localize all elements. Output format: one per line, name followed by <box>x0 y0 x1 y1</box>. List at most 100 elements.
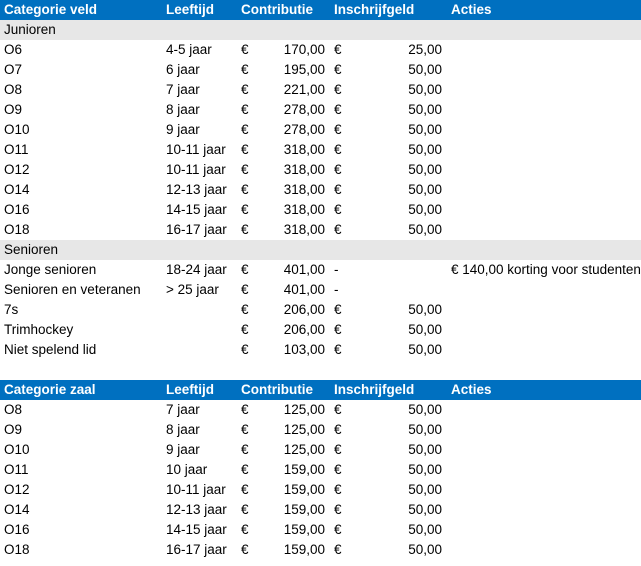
cell[interactable]: 170,00 <box>284 40 325 60</box>
table-row[interactable]: O10 9 jaar €278,00 €50,00 <box>0 120 641 140</box>
cell[interactable]: € <box>334 160 342 180</box>
cell[interactable]: € <box>334 500 342 520</box>
cell[interactable]: 278,00 <box>284 120 325 140</box>
cell[interactable]: 103,00 <box>284 340 325 360</box>
cell[interactable]: 50,00 <box>408 320 442 340</box>
cell[interactable]: 50,00 <box>408 80 442 100</box>
cell[interactable]: 50,00 <box>408 220 442 240</box>
cell[interactable]: 7 jaar <box>166 400 200 420</box>
cell[interactable]: > 25 jaar <box>166 280 219 300</box>
cell[interactable]: O18 <box>4 540 30 560</box>
cell[interactable]: 318,00 <box>284 220 325 240</box>
cell[interactable]: € <box>241 260 249 280</box>
table-row[interactable]: Senioren en veteranen > 25 jaar €401,00- <box>0 280 641 300</box>
column-header[interactable]: Acties <box>451 0 492 20</box>
cell[interactable]: 318,00 <box>284 160 325 180</box>
cell[interactable]: - <box>334 280 339 300</box>
cell[interactable]: 50,00 <box>408 540 442 560</box>
table-row[interactable]: 7s €206,00 €50,00 <box>0 300 641 320</box>
cell[interactable]: 159,00 <box>284 480 325 500</box>
cell[interactable]: O6 <box>4 40 22 60</box>
cell[interactable]: 318,00 <box>284 140 325 160</box>
cell[interactable]: € <box>334 300 342 320</box>
cell[interactable]: 50,00 <box>408 120 442 140</box>
cell[interactable]: Jonge senioren <box>4 260 96 280</box>
cell[interactable]: 10-11 jaar <box>166 480 226 500</box>
cell[interactable]: Senioren en veteranen <box>4 280 141 300</box>
cell[interactable]: 195,00 <box>284 60 325 80</box>
cell[interactable]: O14 <box>4 500 30 520</box>
table-row[interactable]: Jonge senioren 18-24 jaar €401,00- € 140,00… <box>0 260 641 280</box>
table-row[interactable]: O7 6 jaar €195,00 €50,00 <box>0 60 641 80</box>
cell[interactable]: € <box>241 320 249 340</box>
column-header[interactable]: Categorie veld <box>4 0 97 20</box>
table-row[interactable]: O10 9 jaar €125,00 €50,00 <box>0 440 641 460</box>
cell[interactable]: O9 <box>4 420 22 440</box>
cell[interactable]: O16 <box>4 200 30 220</box>
cell[interactable]: O9 <box>4 100 22 120</box>
table-row[interactable]: O14 12-13 jaar €159,00 €50,00 <box>0 500 641 520</box>
cell[interactable]: 401,00 <box>284 280 325 300</box>
cell[interactable]: € <box>334 420 342 440</box>
table-row[interactable]: O9 8 jaar €125,00 €50,00 <box>0 420 641 440</box>
cell[interactable]: 159,00 <box>284 520 325 540</box>
cell[interactable]: 50,00 <box>408 460 442 480</box>
table-row[interactable]: O12 10-11 jaar €318,00 €50,00 <box>0 160 641 180</box>
cell[interactable]: € <box>334 340 342 360</box>
cell[interactable]: O16 <box>4 520 30 540</box>
cell[interactable]: € <box>334 460 342 480</box>
cell[interactable]: 16-17 jaar <box>166 540 227 560</box>
cell[interactable]: 159,00 <box>284 540 325 560</box>
cell[interactable]: 50,00 <box>408 400 442 420</box>
cell[interactable]: 12-13 jaar <box>166 180 227 200</box>
cell[interactable]: Niet spelend lid <box>4 340 96 360</box>
cell[interactable]: € <box>241 120 249 140</box>
cell[interactable]: 18-24 jaar <box>166 260 227 280</box>
cell[interactable]: 125,00 <box>284 420 325 440</box>
cell[interactable]: € <box>334 220 342 240</box>
column-header[interactable]: Contributie <box>241 380 313 400</box>
cell[interactable]: 401,00 <box>284 260 325 280</box>
cell[interactable]: € <box>241 500 249 520</box>
cell[interactable]: 25,00 <box>408 40 442 60</box>
table-row[interactable]: O6 4-5 jaar €170,00 €25,00 <box>0 40 641 60</box>
cell[interactable]: 50,00 <box>408 340 442 360</box>
cell[interactable]: 50,00 <box>408 520 442 540</box>
cell[interactable]: € <box>334 40 342 60</box>
cell[interactable]: O11 <box>4 140 29 160</box>
cell[interactable]: 12-13 jaar <box>166 500 227 520</box>
cell[interactable]: € <box>334 540 342 560</box>
cell[interactable]: O8 <box>4 400 22 420</box>
column-header[interactable]: Leeftijd <box>166 0 214 20</box>
cell[interactable]: € <box>241 220 249 240</box>
table-row[interactable]: O11 10-11 jaar €318,00 €50,00 <box>0 140 641 160</box>
cell[interactable]: € <box>334 480 342 500</box>
cell[interactable]: 50,00 <box>408 160 442 180</box>
cell[interactable]: 159,00 <box>284 500 325 520</box>
cell[interactable]: O10 <box>4 120 30 140</box>
cell[interactable]: 50,00 <box>408 420 442 440</box>
cell[interactable]: € <box>334 400 342 420</box>
cell[interactable]: € <box>241 60 249 80</box>
table-row[interactable]: Niet spelend lid €103,00 €50,00 <box>0 340 641 360</box>
cell[interactable]: € <box>241 200 249 220</box>
cell[interactable]: 10-11 jaar <box>166 140 226 160</box>
cell[interactable]: O12 <box>4 160 30 180</box>
cell[interactable]: 10 jaar <box>166 460 207 480</box>
cell[interactable]: € <box>241 460 249 480</box>
table-row[interactable]: O12 10-11 jaar €159,00 €50,00 <box>0 480 641 500</box>
table-row[interactable]: O18 16-17 jaar €159,00 €50,00 <box>0 540 641 560</box>
section-row[interactable]: Senioren <box>0 240 641 260</box>
cell[interactable]: O7 <box>4 60 22 80</box>
table-row[interactable]: O8 7 jaar €125,00 €50,00 <box>0 400 641 420</box>
cell[interactable]: € <box>241 300 249 320</box>
cell[interactable]: 221,00 <box>284 80 325 100</box>
column-header[interactable]: Contributie <box>241 0 313 20</box>
cell[interactable]: 50,00 <box>408 60 442 80</box>
cell[interactable]: € <box>241 420 249 440</box>
cell[interactable]: 8 jaar <box>166 420 200 440</box>
cell[interactable]: 16-17 jaar <box>166 220 227 240</box>
table-row[interactable]: O9 8 jaar €278,00 €50,00 <box>0 100 641 120</box>
cell[interactable]: 9 jaar <box>166 120 200 140</box>
table-row[interactable]: O18 16-17 jaar €318,00 €50,00 <box>0 220 641 240</box>
